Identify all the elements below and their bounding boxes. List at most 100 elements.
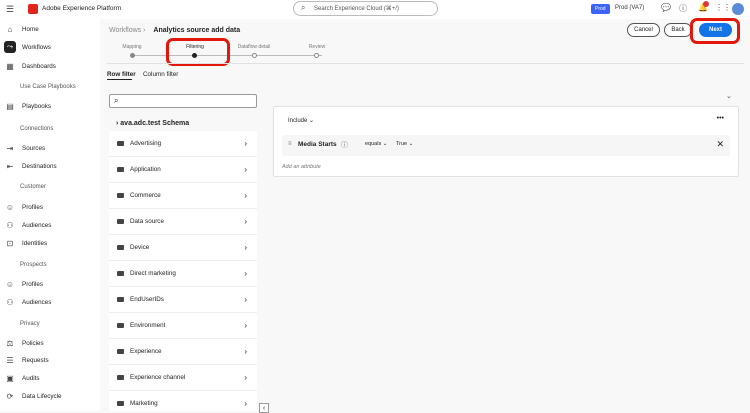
sidebar-item-label: Audits <box>22 374 40 382</box>
tab-column-filter[interactable]: Column filter <box>143 71 178 78</box>
folder-icon <box>117 297 124 302</box>
category-label: Device <box>130 244 150 251</box>
cancel-button[interactable]: Cancel <box>627 23 660 37</box>
sidebar-icon: ▣ <box>6 373 14 383</box>
sidebar-item-workflows[interactable]: ⤳ Workflows <box>0 40 51 54</box>
highlight-filtering <box>166 38 230 66</box>
list-item[interactable]: EndUserIDs › <box>109 287 257 313</box>
step-dot-dataflow <box>252 53 257 58</box>
include-dropdown[interactable]: Include ⌄ <box>288 117 314 124</box>
sidebar-icon: ☰ <box>6 355 14 365</box>
sidebar-item-audiences[interactable]: ⚇ Audiences <box>0 295 51 309</box>
filter-panel: Include ⌄ ••• ≡ Media Starts ⓘ equals ⌄ … <box>273 106 739 177</box>
schema-name: ava.adc.test Schema <box>120 120 190 127</box>
sidebar-item-destinations[interactable]: ⇤ Destinations <box>0 159 57 173</box>
operator-value: equals <box>365 141 382 147</box>
sidebar-item-label: Requests <box>22 356 49 364</box>
tab-row-filter[interactable]: Row filter <box>107 71 136 78</box>
category-label: Experience <box>130 348 162 355</box>
search-placeholder: Search Experience Cloud (⌘+/) <box>314 6 399 12</box>
sidebar-item-data-lifecycle[interactable]: ⟳ Data Lifecycle <box>0 389 62 403</box>
back-button[interactable]: Back <box>664 23 692 37</box>
chevron-right-icon: › <box>244 373 247 382</box>
list-item[interactable]: Marketing › <box>109 391 257 411</box>
folder-icon <box>117 193 124 198</box>
tab-indicator <box>107 79 132 80</box>
list-item[interactable]: Direct marketing › <box>109 261 257 287</box>
sidebar-item-policies[interactable]: ⚖ Policies <box>0 336 43 350</box>
sidebar-item-dashboards[interactable]: ▦ Dashboards <box>0 59 56 73</box>
include-label: Include <box>288 118 308 124</box>
attribute-search-input[interactable]: ⌕ <box>109 94 257 108</box>
sidebar-item-label: Playbooks <box>22 102 52 110</box>
sidebar-item-home[interactable]: ⌂ Home <box>0 22 39 36</box>
category-label: Data source <box>130 218 164 225</box>
main-content: Workflows › Analytics source add data Ma… <box>100 18 750 413</box>
list-item[interactable]: Application › <box>109 157 257 183</box>
step-dataflow-detail: Dataflow detail <box>237 44 271 50</box>
folder-icon <box>117 167 124 172</box>
chevron-right-icon: › <box>244 295 247 304</box>
condition-attribute: Media Starts <box>298 141 337 148</box>
list-item[interactable]: Experience › <box>109 339 257 365</box>
folder-icon <box>117 271 124 276</box>
env-badge[interactable]: Prod <box>591 4 610 14</box>
close-icon[interactable]: ✕ <box>716 139 724 150</box>
list-item[interactable]: Device › <box>109 235 257 261</box>
schema-title[interactable]: › ava.adc.test Schema <box>116 120 189 127</box>
sidebar-item-label: Dashboards <box>22 62 56 70</box>
category-label: Experience channel <box>130 374 186 381</box>
sidebar-section-label: Prospects <box>20 262 47 268</box>
avatar[interactable] <box>732 3 744 15</box>
list-item[interactable]: Environment › <box>109 313 257 339</box>
breadcrumb-workflows[interactable]: Workflows <box>109 27 141 34</box>
operator-dropdown[interactable]: equals ⌄ <box>365 141 387 147</box>
top-bar: ☰ Adobe Experience Platform ⌕ Search Expe… <box>0 0 750 19</box>
chevron-down-icon[interactable]: ⌄ <box>726 92 732 100</box>
collapse-panel-button[interactable]: ‹ <box>259 403 269 413</box>
value-dropdown[interactable]: True ⌄ <box>396 141 413 147</box>
drag-handle-icon[interactable]: ≡ <box>288 141 292 147</box>
sidebar-icon: ⊡ <box>6 238 14 248</box>
list-item[interactable]: Advertising › <box>109 131 257 157</box>
more-icon[interactable]: ••• <box>717 115 724 122</box>
feedback-icon[interactable]: 💬 <box>661 3 671 12</box>
sidebar-item-identities[interactable]: ⊡ Identities <box>0 236 48 250</box>
list-item[interactable]: Experience channel › <box>109 365 257 391</box>
info-icon[interactable]: ⓘ <box>341 140 348 150</box>
sidebar-item-profiles[interactable]: ☺ Profiles <box>0 200 43 214</box>
folder-icon <box>117 401 124 406</box>
apps-grid-icon[interactable]: ⋮⋮ <box>715 3 731 12</box>
sidebar-item-sources[interactable]: ⇥ Sources <box>0 141 45 155</box>
chevron-right-icon: › <box>244 399 247 408</box>
sidebar-item-label: Audiences <box>22 298 52 306</box>
chevron-right-icon: › <box>244 347 247 356</box>
list-item[interactable]: Data source › <box>109 209 257 235</box>
help-icon[interactable]: ⓘ <box>679 3 687 14</box>
folder-icon <box>117 375 124 380</box>
sidebar-item-audits[interactable]: ▣ Audits <box>0 371 40 385</box>
folder-icon <box>117 141 124 146</box>
sidebar-item-label: Profiles <box>22 203 43 211</box>
global-search-input[interactable]: ⌕ Search Experience Cloud (⌘+/) <box>293 1 438 16</box>
folder-icon <box>117 245 124 250</box>
step-review: Review <box>308 44 326 50</box>
category-label: Direct marketing <box>130 270 176 277</box>
sidebar-icon: ▤ <box>6 101 14 111</box>
sidebar-item-playbooks[interactable]: ▤ Playbooks <box>0 99 51 113</box>
sidebar-item-audiences[interactable]: ⚇ Audiences <box>0 218 51 232</box>
add-attribute-link[interactable]: Add an attribute <box>282 164 321 170</box>
search-icon: ⌕ <box>114 96 119 105</box>
list-item[interactable]: Commerce › <box>109 183 257 209</box>
category-label: Application <box>130 166 161 173</box>
sidebar-icon: ⚇ <box>6 220 14 230</box>
sidebar-item-profiles[interactable]: ☺ Profiles <box>0 277 43 291</box>
sidebar-item-label: Audiences <box>22 221 52 229</box>
folder-icon <box>117 323 124 328</box>
env-name[interactable]: Prod (VA7) <box>615 5 644 11</box>
menu-icon[interactable]: ☰ <box>6 4 14 15</box>
search-icon: ⌕ <box>301 3 306 12</box>
highlight-next <box>690 18 740 44</box>
sidebar-section-label: Connections <box>20 126 54 132</box>
sidebar-item-requests[interactable]: ☰ Requests <box>0 353 49 367</box>
